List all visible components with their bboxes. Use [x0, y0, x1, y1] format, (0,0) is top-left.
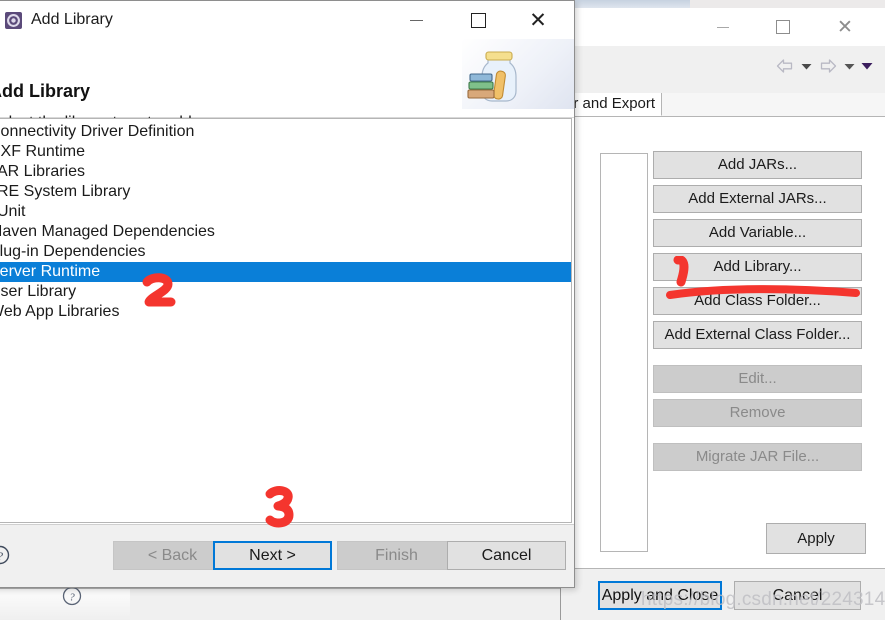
chevron-down-icon[interactable] [844, 62, 855, 71]
list-item[interactable]: Maven Managed Dependencies [0, 222, 571, 242]
dialog-title: Add Library [31, 11, 113, 28]
library-type-list[interactable]: Connectivity Driver DefinitionCXF Runtim… [0, 118, 572, 523]
add-jars-button[interactable]: Add JARs... [653, 151, 862, 179]
list-item[interactable]: User Library [0, 282, 571, 302]
list-item[interactable]: JUnit [0, 202, 571, 222]
chevron-down-icon[interactable] [861, 61, 873, 71]
add-library-button[interactable]: Add Library... [653, 253, 862, 281]
jar-with-books-icon [462, 45, 534, 107]
close-icon[interactable]: ✕ [822, 8, 868, 46]
apply-and-close-button[interactable]: Apply and Close [598, 581, 722, 610]
edit-button: Edit... [653, 365, 862, 393]
dialog-header: Add Library Select the library type to a… [0, 39, 574, 131]
remove-button: Remove [653, 399, 862, 427]
cancel-button-properties[interactable]: Cancel [734, 581, 861, 610]
finish-button: Finish [337, 541, 456, 570]
minimize-icon[interactable] [392, 1, 440, 39]
list-item[interactable]: JAR Libraries [0, 162, 571, 182]
cancel-button[interactable]: Cancel [447, 541, 566, 570]
list-item[interactable]: CXF Runtime [0, 142, 571, 162]
list-item[interactable]: Web App Libraries [0, 302, 571, 322]
help-question-icon[interactable]: ? [62, 586, 82, 606]
svg-text:?: ? [69, 592, 75, 604]
help-question-icon[interactable]: ? [0, 545, 10, 565]
classpath-button-column: Add JARs... Add External JARs... Add Var… [653, 151, 862, 471]
eclipse-window-icon [5, 11, 22, 29]
list-item[interactable]: Server Runtime [0, 262, 571, 282]
tab-order-and-export[interactable]: er and Export [561, 93, 663, 116]
chevron-down-icon[interactable] [801, 62, 812, 71]
add-external-jars-button[interactable]: Add External JARs... [653, 185, 862, 213]
forward-arrow-icon[interactable] [818, 58, 838, 74]
list-item[interactable]: JRE System Library [0, 182, 571, 202]
list-item[interactable]: Plug-in Dependencies [0, 242, 571, 262]
close-icon[interactable]: ✕ [514, 1, 562, 39]
add-variable-button[interactable]: Add Variable... [653, 219, 862, 247]
properties-toolbar [561, 46, 885, 94]
dialog-footer: ? < Back Next > Finish Cancel [0, 524, 574, 587]
window-tab-strip-right [690, 0, 885, 8]
svg-text:?: ? [0, 549, 3, 563]
classpath-entries-list[interactable] [600, 153, 648, 552]
page-title: Add Library [0, 81, 91, 101]
maximize-icon[interactable] [760, 8, 806, 46]
minimize-icon[interactable] [700, 8, 746, 46]
back-arrow-icon[interactable] [775, 58, 795, 74]
list-item[interactable]: Connectivity Driver Definition [0, 122, 571, 142]
dialog-titlebar: Add Library ✕ [0, 1, 574, 39]
add-library-dialog: Add Library ✕ Add Library Select the lib… [0, 0, 575, 588]
add-external-class-folder-button[interactable]: Add External Class Folder... [653, 321, 862, 349]
maximize-icon[interactable] [454, 1, 502, 39]
annotation-underline [664, 285, 864, 306]
migrate-jar-file-button: Migrate JAR File... [653, 443, 862, 471]
apply-button[interactable]: Apply [766, 523, 866, 554]
next-button[interactable]: Next > [213, 541, 332, 570]
